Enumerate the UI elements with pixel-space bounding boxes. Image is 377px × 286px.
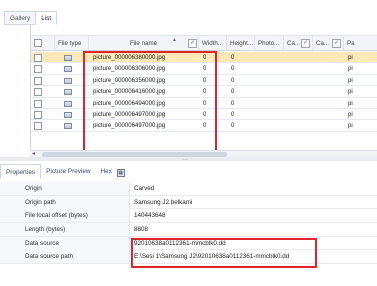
path-cell: pi [348,110,353,118]
property-key: Data source [0,236,130,250]
file-list-pane: Gallery List File type File name ▲ ✓ Wid… [0,0,377,160]
table-row[interactable]: picture_000006380000.jpg 0 0 pi [31,52,377,64]
image-file-icon [64,55,72,61]
property-row-file-local-offset: File local offset (bytes) 140443648 [0,209,377,224]
filter-icon[interactable]: ✓ [188,39,197,48]
height-cell: 0 [231,88,235,96]
row-checkbox[interactable] [34,88,42,97]
column-header-select[interactable] [31,36,55,51]
property-key: Origin path [0,195,130,209]
file-name-cell: picture_000006306000.jpg [93,65,166,73]
tab-picture-preview[interactable]: Picture Preview [41,164,95,179]
file-name-cell: picture_000006494000.jpg [93,99,166,107]
property-row-origin: Origin Carved [0,182,377,196]
column-header-file-name[interactable]: File name [89,36,199,51]
table-row[interactable]: picture_000006497000.jpg 0 0 pi [31,109,377,121]
height-cell: 0 [231,65,235,73]
filter-icon[interactable]: ✓ [332,39,341,48]
path-cell: pi [348,122,353,130]
path-cell: pi [348,88,353,96]
property-key: Data source path [0,250,130,264]
tab-hex[interactable]: Hex ▦ [96,164,130,179]
properties-pane: Properties Picture Preview Hex ▦ Origin … [0,161,377,286]
column-header-photo[interactable]: Photo... [255,36,284,51]
file-name-cell: picture_000006380000.jpg [93,54,166,61]
path-cell: pi [348,99,353,107]
height-cell: 0 [231,122,235,130]
width-cell: 0 [203,65,207,73]
sort-ascending-icon: ▲ [172,37,177,43]
table-row[interactable]: picture_000006356000.jpg 0 0 pi [31,75,377,87]
property-row-origin-path: Origin path Samsung J2.belkami [0,195,377,210]
width-cell: 0 [203,76,207,84]
property-value: Carved [134,185,155,192]
property-value: 140443648 [134,212,166,220]
view-tabbar: Gallery List [4,11,58,25]
filter-icon[interactable]: ✓ [301,39,310,48]
column-header-width[interactable]: Width... [199,36,227,51]
property-value: 8808 [134,226,149,234]
path-cell: pi [348,65,353,73]
property-value: 92010638a0112361-mmcblk0.dd [134,239,226,247]
property-key: Origin [0,182,130,195]
path-cell: pi [348,76,353,84]
properties-tabbar: Properties Picture Preview Hex ▦ [0,163,130,180]
tab-properties[interactable]: Properties [0,164,42,179]
select-all-checkbox[interactable] [34,39,42,47]
tab-list[interactable]: List [35,11,58,25]
grid-header: File type File name ▲ ✓ Width... Height.… [31,35,377,51]
table-row[interactable]: picture_000006306000.jpg 0 0 pi [31,63,377,75]
column-header-file-name-label: File name [129,40,158,47]
file-name-cell: picture_000006416000.jpg [93,88,166,96]
tab-hex-label: Hex [100,168,112,175]
column-header-height[interactable]: Height... [227,36,255,51]
file-name-cell: picture_000006497000.jpg [93,110,166,118]
property-key: Length (bytes) [0,223,130,237]
table-row[interactable]: picture_000006494000.jpg 0 0 pi [31,98,377,109]
width-cell: 0 [203,54,207,61]
image-file-icon [64,89,72,96]
width-cell: 0 [203,88,207,96]
image-file-icon [64,66,72,73]
height-cell: 0 [231,54,235,61]
table-row[interactable]: picture_000006497000.jpg 0 0 pi [31,120,377,132]
file-name-cell: picture_000006356000.jpg [93,76,166,84]
height-cell: 0 [231,110,235,118]
table-row[interactable]: picture_000006416000.jpg 0 0 pi [31,86,377,98]
property-row-length: Length (bytes) 8808 [0,223,377,237]
file-grid: File type File name ▲ ✓ Width... Height.… [30,25,377,153]
row-checkbox[interactable] [34,65,42,74]
width-cell: 0 [203,110,207,118]
height-cell: 0 [231,99,235,107]
row-checkbox[interactable] [34,54,42,62]
tab-gallery[interactable]: Gallery [4,11,37,25]
width-cell: 0 [203,99,207,107]
property-value: E:\Sesi 1\Samsung J2\92010638a0112361-mm… [134,253,290,261]
file-name-cell: picture_000006497000.jpg [93,122,166,130]
row-checkbox[interactable] [34,99,42,108]
image-file-icon [64,77,72,84]
image-file-icon [64,111,72,118]
width-cell: 0 [203,122,207,130]
image-file-icon [64,100,72,107]
image-file-icon [64,123,72,130]
property-value: Samsung J2.belkami [134,198,193,206]
property-row-data-source: Data source 92010638a0112361-mmcblk0.dd [0,236,377,251]
column-header-path[interactable]: Pa [344,36,377,51]
hex-grid-icon: ▦ [116,169,125,177]
property-key: File local offset (bytes) [0,209,130,223]
row-checkbox[interactable] [34,110,42,119]
property-row-data-source-path: Data source path E:\Sesi 1\Samsung J2\92… [0,250,377,265]
row-checkbox[interactable] [34,76,42,85]
column-header-file-type[interactable]: File type [55,36,89,51]
row-checkbox[interactable] [34,122,42,131]
horizontal-scrollbar[interactable]: ◂ [30,150,377,157]
grid-body: picture_000006380000.jpg 0 0 pi picture_… [31,52,377,132]
path-cell: pi [348,54,353,61]
properties-table: Origin Carved Origin path Samsung J2.bel… [0,182,377,265]
height-cell: 0 [231,76,235,84]
